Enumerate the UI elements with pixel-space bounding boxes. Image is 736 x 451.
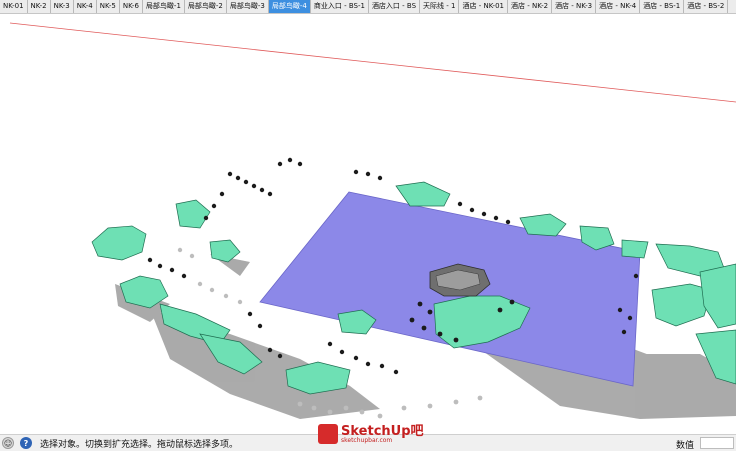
scene-tab[interactable]: 酒店入口 - BS xyxy=(369,0,421,13)
sketchupbar-watermark: SketchUp吧 sketchupbar.com xyxy=(318,419,424,449)
watermark-brand: SketchUp吧 xyxy=(341,423,424,439)
scene-tab[interactable]: 酒店 - NK-01 xyxy=(459,0,508,13)
scene-tab[interactable]: 局部鸟瞰-3 xyxy=(227,0,269,13)
scene-tab[interactable]: 酒店 - NK-4 xyxy=(596,0,641,13)
3d-viewport[interactable] xyxy=(0,14,736,434)
red-axis-line xyxy=(9,22,736,103)
scene-tab[interactable]: 局部鸟瞰-1 xyxy=(143,0,185,13)
model-scene[interactable] xyxy=(0,14,736,434)
help-icon[interactable]: ? xyxy=(20,437,32,449)
scene-tab[interactable]: 局部鸟瞰-2 xyxy=(185,0,227,13)
scene-tab[interactable]: NK-5 xyxy=(97,0,120,13)
measurements-label: 数值 xyxy=(676,441,695,451)
scene-tab-bar: NK-01 NK-2 NK-3 NK-4 NK-5 NK-6 局部鸟瞰-1 局部鸟瞰-2 局部鸟… xyxy=(0,0,736,14)
scene-tab[interactable]: NK-01 xyxy=(0,0,28,13)
measurements-input[interactable] xyxy=(700,437,734,449)
status-message: 选择对象。切换到扩充选择。拖动鼠标选择多项。 xyxy=(40,439,239,450)
scene-tab[interactable]: 天际线 - 1 xyxy=(420,0,460,13)
scene-tab[interactable]: 商业入口 - BS-1 xyxy=(311,0,369,13)
user-icon[interactable]: ☺ xyxy=(2,437,14,449)
scene-tab[interactable]: NK-2 xyxy=(28,0,51,13)
scene-tab[interactable]: NK-3 xyxy=(51,0,74,13)
scene-tab[interactable]: 酒店 - NK-3 xyxy=(552,0,597,13)
scene-tab[interactable]: NK-6 xyxy=(120,0,143,13)
watermark-url: sketchupbar.com xyxy=(341,436,393,444)
scene-tab[interactable]: NK-4 xyxy=(74,0,97,13)
scene-tab[interactable]: 酒店 - BS-2 xyxy=(684,0,729,13)
scene-tab[interactable]: 局部鸟瞰-4 xyxy=(268,0,311,13)
scene-tab[interactable]: 酒店 - NK-2 xyxy=(508,0,553,13)
sketchup-logo-icon xyxy=(318,424,338,444)
scene-tab[interactable]: 酒店 - BS-1 xyxy=(640,0,685,13)
